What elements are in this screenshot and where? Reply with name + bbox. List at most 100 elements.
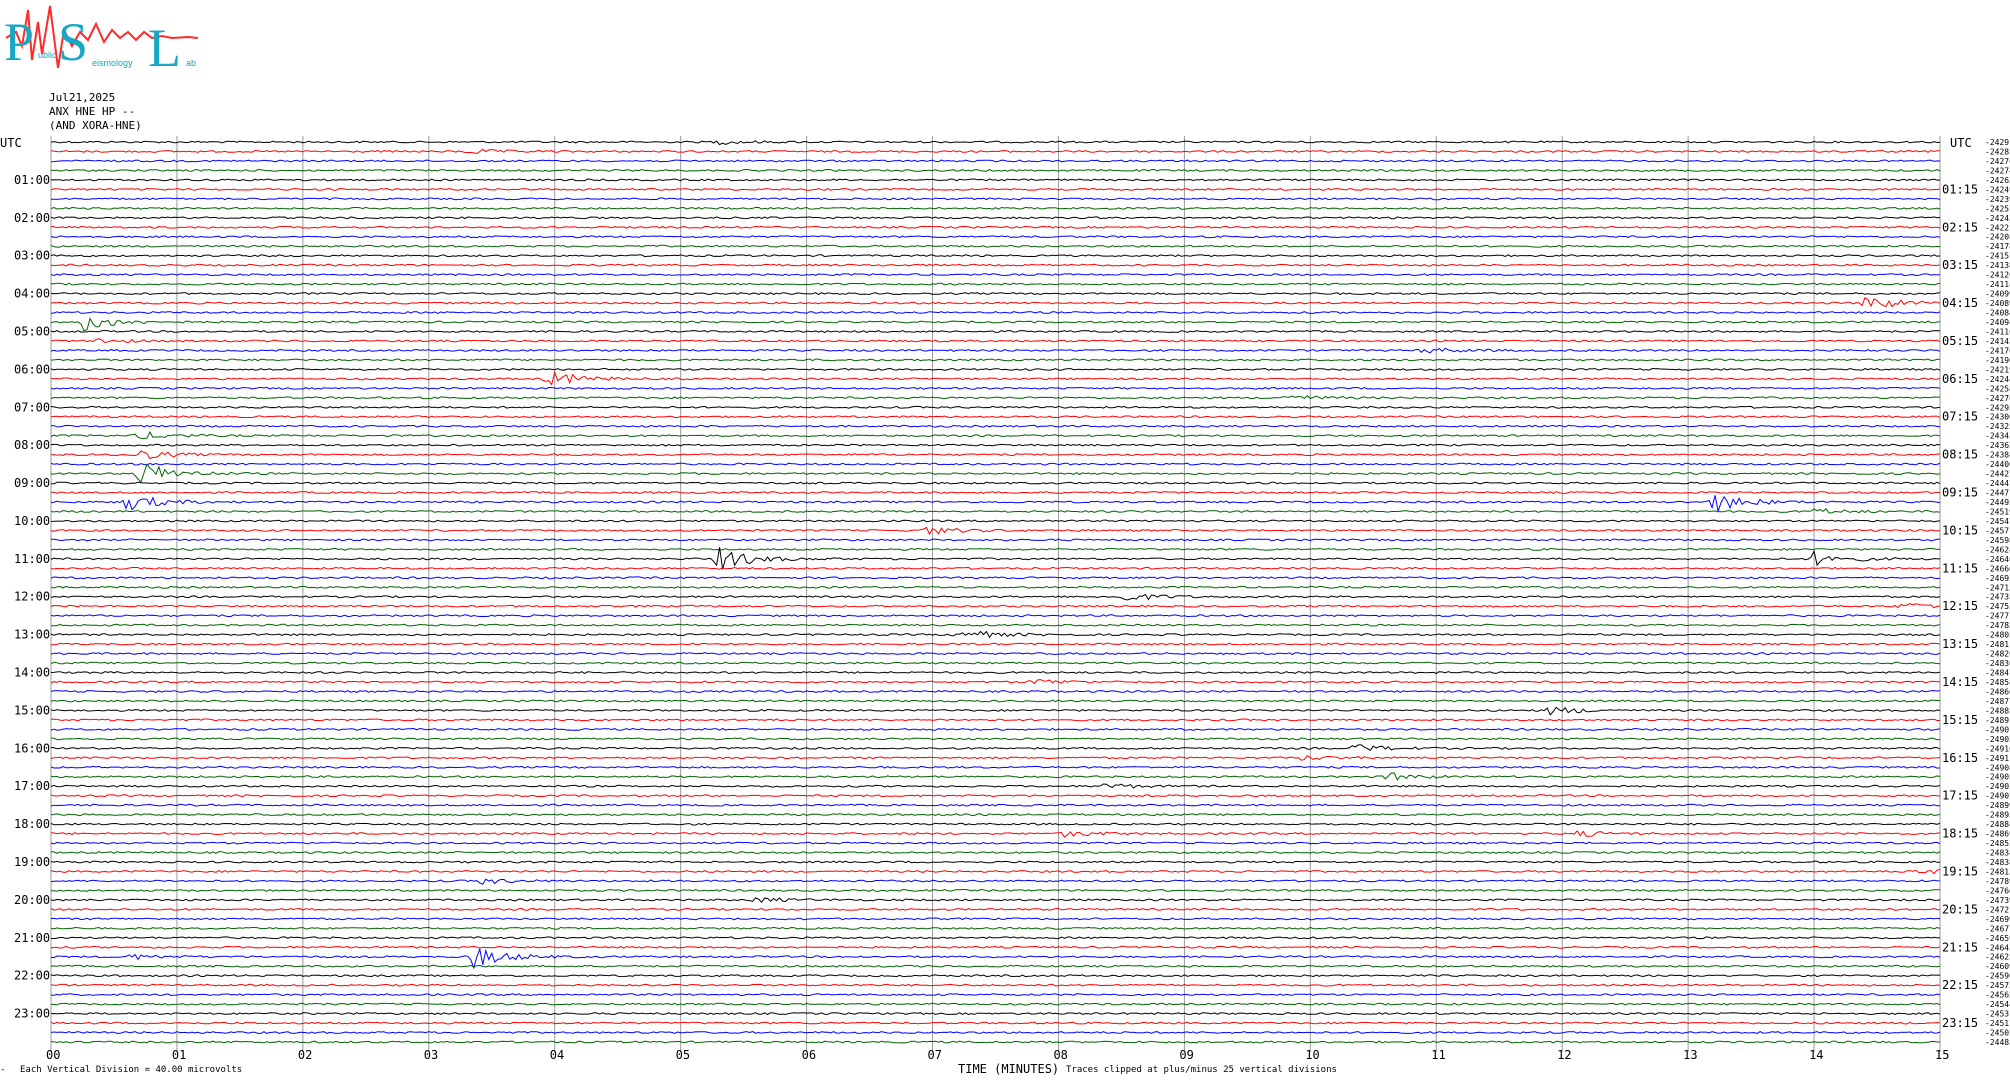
hour-label: 14:00	[14, 666, 50, 680]
count-label: -24562	[1985, 991, 2010, 1000]
trace-line	[50, 803, 1940, 807]
count-label: -24836	[1985, 659, 2010, 668]
count-label: -24598	[1985, 536, 2010, 545]
trace-line	[50, 358, 1941, 362]
trace-line	[50, 235, 1941, 239]
trace-line	[50, 727, 1941, 731]
trace-line	[50, 1012, 1941, 1016]
trace-line	[50, 311, 1941, 314]
count-label: -24519	[1985, 507, 2010, 516]
vertical-division-note: Each Vertical Division = 40.00 microvolt…	[20, 1065, 242, 1075]
trace-line	[50, 168, 1941, 172]
hour-label: 05:00	[14, 324, 50, 338]
trace-line	[50, 706, 1941, 716]
trace-line	[50, 538, 1941, 542]
count-label: -24735	[1985, 593, 2010, 602]
trace-line	[50, 330, 1941, 333]
trace-line	[50, 424, 1941, 428]
count-label: -24116	[1985, 327, 2010, 336]
count-label: -24901	[1985, 725, 2010, 734]
seismic-traces	[50, 140, 1941, 1044]
count-label: -24693	[1985, 574, 2010, 583]
count-label: -24877	[1985, 697, 2010, 706]
count-label: -24891	[1985, 716, 2010, 725]
count-label: -24196	[1985, 356, 2010, 365]
minute-grid	[50, 136, 1941, 1052]
trace-line	[50, 244, 1941, 248]
count-label: -24866	[1985, 687, 2010, 696]
count-label: -24291	[1985, 138, 2010, 147]
count-label: -24903	[1985, 735, 2010, 744]
trace-line	[50, 263, 1941, 267]
hour-label: 15:00	[14, 703, 50, 717]
trace-line	[50, 178, 1940, 182]
count-label: -24138	[1985, 261, 2010, 270]
left-axis-label: UTC	[0, 136, 22, 150]
trace-line	[50, 431, 1941, 440]
count-label: -24908	[1985, 763, 2010, 772]
trace-line	[50, 765, 1941, 769]
trace-line	[50, 755, 1941, 761]
trace-line	[50, 491, 1941, 494]
count-label: -24899	[1985, 801, 2010, 810]
hour-label: 03:00	[14, 249, 50, 263]
x-tick-label: 07	[928, 1048, 942, 1062]
hour-label: 06:15	[1942, 372, 1978, 386]
trace-line	[50, 1031, 1941, 1034]
hour-label: 19:15	[1942, 864, 1978, 878]
hour-label: 10:00	[14, 514, 50, 528]
hour-label: 16:15	[1942, 751, 1978, 765]
trace-line	[50, 630, 1941, 639]
count-label: -24099	[1985, 290, 2010, 299]
trace-line	[50, 481, 1941, 485]
hour-label: 16:00	[14, 741, 50, 755]
trace-line	[50, 140, 1941, 146]
hour-label: 18:15	[1942, 827, 1978, 841]
count-label: -24660	[1985, 564, 2010, 573]
trace-line	[50, 878, 1941, 885]
trace-line	[50, 297, 1941, 308]
hour-label: 22:15	[1942, 978, 1978, 992]
trace-line	[50, 338, 1941, 344]
x-tick-label: 06	[802, 1048, 816, 1062]
count-label: -24838	[1985, 858, 2010, 867]
count-label: -24811	[1985, 640, 2010, 649]
trace-line	[50, 813, 1941, 817]
hour-label: 12:00	[14, 590, 50, 604]
hour-label: 01:15	[1942, 182, 1978, 196]
trace-line	[50, 225, 1941, 229]
trace-line	[50, 495, 1941, 514]
trace-line	[50, 964, 1941, 968]
trace-line	[50, 519, 1941, 523]
trace-line	[50, 367, 1941, 371]
right-hour-labels: 01:15 02:15 03:15 04:15 05:15 06:15 07:15 08:15…	[1942, 182, 1978, 1030]
trace-line	[50, 679, 1940, 685]
count-label: -24471	[1985, 489, 2010, 498]
trace-line	[50, 851, 1941, 854]
x-tick-label: 09	[1179, 1048, 1193, 1062]
trace-line	[50, 405, 1941, 409]
trace-line	[50, 1002, 1941, 1006]
count-label: -24547	[1985, 517, 2010, 526]
count-label: -24884	[1985, 820, 2010, 829]
hour-label: 09:00	[14, 476, 50, 490]
trace-line	[50, 576, 1941, 580]
count-label: -24803	[1985, 631, 2010, 640]
count-label: -24257	[1985, 204, 2010, 213]
trace-line	[50, 547, 1941, 551]
hour-label: 11:00	[14, 552, 50, 566]
count-label: -24178	[1985, 242, 2010, 251]
count-label: -24640	[1985, 555, 2010, 564]
count-label: -24126	[1985, 271, 2010, 280]
count-label: -24624	[1985, 545, 2010, 554]
trace-line	[50, 547, 1941, 570]
trace-line	[50, 593, 1941, 601]
trace-line	[50, 216, 1941, 220]
x-tick-label: 05	[676, 1048, 690, 1062]
hour-label: 10:15	[1942, 523, 1978, 537]
trace-line	[50, 197, 1941, 201]
count-label: -24820	[1985, 650, 2010, 659]
x-tick-label: 08	[1053, 1048, 1067, 1062]
trace-line	[50, 737, 1941, 741]
count-label: -24753	[1985, 602, 2010, 611]
